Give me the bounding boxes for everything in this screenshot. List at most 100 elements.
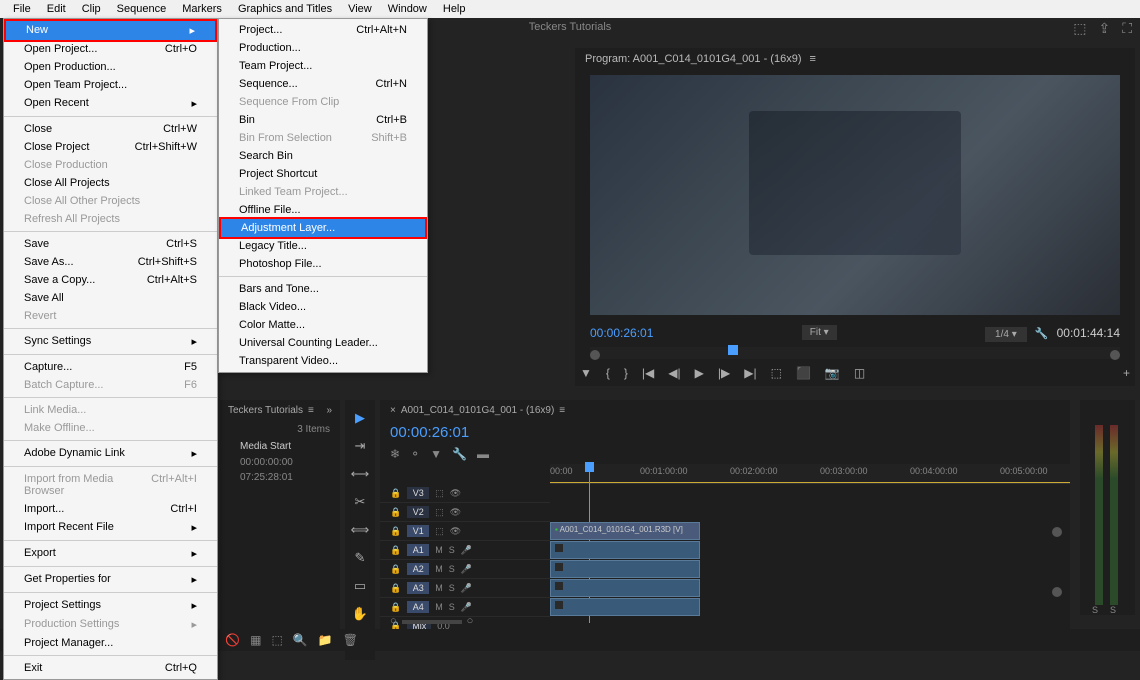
- file-exit[interactable]: ExitCtrl+Q: [4, 659, 217, 677]
- file-adobe-dynamic-link[interactable]: Adobe Dynamic Link: [4, 444, 217, 463]
- ripple-edit-tool-icon[interactable]: ⟷: [350, 464, 370, 484]
- menu-edit[interactable]: Edit: [39, 1, 74, 17]
- file-close-project[interactable]: Close ProjectCtrl+Shift+W: [4, 138, 217, 156]
- timeline-tc[interactable]: 00:00:26:01: [380, 421, 479, 444]
- expand-icon[interactable]: »: [326, 405, 332, 416]
- razor-tool-icon[interactable]: ✂: [350, 492, 370, 512]
- zoom-out-icon[interactable]: ○: [390, 615, 397, 627]
- track-a1[interactable]: 🔒A1MS🎤: [380, 541, 550, 560]
- menu-window[interactable]: Window: [380, 1, 435, 17]
- file-new[interactable]: New: [4, 19, 217, 42]
- linked-selection-icon[interactable]: ⚬: [410, 447, 420, 461]
- track-a2[interactable]: 🔒A2MS🎤: [380, 560, 550, 579]
- wrench-icon[interactable]: 🔧: [1035, 328, 1049, 340]
- export-frame-icon[interactable]: 📷: [825, 366, 840, 380]
- file-save-copy[interactable]: Save a Copy...Ctrl+Alt+S: [4, 271, 217, 289]
- new-production[interactable]: Production...: [219, 39, 427, 57]
- play-icon[interactable]: ▶: [695, 366, 704, 380]
- export-frame-icon[interactable]: ⬚: [1073, 20, 1086, 37]
- menu-view[interactable]: View: [340, 1, 380, 17]
- extract-icon[interactable]: ⬛: [796, 366, 811, 380]
- selection-tool-icon[interactable]: ▶: [350, 408, 370, 428]
- new-universal-counting[interactable]: Universal Counting Leader...: [219, 334, 427, 352]
- media-row[interactable]: 00:00:00:00: [220, 455, 340, 470]
- zoom-slider[interactable]: [402, 620, 462, 624]
- file-open-recent[interactable]: Open Recent: [4, 94, 217, 113]
- file-project-manager[interactable]: Project Manager...: [4, 634, 217, 652]
- track-content[interactable]: ▪ A001_C014_0101G4_001.R3D [V]: [550, 484, 1070, 636]
- add-button-icon[interactable]: +: [1123, 366, 1130, 380]
- share-icon[interactable]: ⇪: [1098, 20, 1110, 37]
- track-v1[interactable]: 🔒V1⬚👁: [380, 522, 550, 541]
- media-start-header[interactable]: Media Start: [220, 438, 340, 455]
- pen-tool-icon[interactable]: ✎: [350, 548, 370, 568]
- program-playhead[interactable]: [728, 345, 738, 355]
- program-current-tc[interactable]: 00:00:26:01: [590, 326, 653, 340]
- media-row[interactable]: 07:25:28:01: [220, 470, 340, 485]
- audio-clip[interactable]: [550, 541, 700, 559]
- timeline-menu-icon[interactable]: ≡: [559, 405, 565, 416]
- program-menu-icon[interactable]: ≡: [809, 53, 815, 65]
- track-v3[interactable]: 🔒V3⬚👁: [380, 484, 550, 503]
- menu-file[interactable]: File: [5, 1, 39, 17]
- video-clip[interactable]: ▪ A001_C014_0101G4_001.R3D [V]: [550, 522, 700, 540]
- new-adjustment-layer[interactable]: Adjustment Layer...: [219, 217, 427, 239]
- file-export[interactable]: Export: [4, 544, 217, 563]
- file-close-all-projects[interactable]: Close All Projects: [4, 174, 217, 192]
- program-video[interactable]: [590, 75, 1120, 315]
- timeline-settings-icon[interactable]: 🔧: [452, 447, 467, 461]
- file-close[interactable]: CloseCtrl+W: [4, 120, 217, 138]
- menu-markers[interactable]: Markers: [174, 1, 230, 17]
- step-forward-icon[interactable]: |▶: [718, 366, 730, 380]
- file-open-production[interactable]: Open Production...: [4, 58, 217, 76]
- program-fit-dropdown[interactable]: Fit ▾: [802, 325, 837, 340]
- new-bin-icon[interactable]: 🚫: [225, 633, 240, 647]
- lift-icon[interactable]: ⬚: [771, 366, 782, 380]
- add-marker-icon[interactable]: ▼: [430, 447, 442, 461]
- new-black-video[interactable]: Black Video...: [219, 298, 427, 316]
- in-point-icon[interactable]: {: [606, 366, 610, 380]
- timeline-ruler[interactable]: 00:00 00:01:00:00 00:02:00:00 00:03:00:0…: [550, 464, 1070, 484]
- clear-icon[interactable]: ⬚: [272, 633, 283, 647]
- go-to-out-icon[interactable]: ▶|: [744, 366, 756, 380]
- audio-clip[interactable]: [550, 560, 700, 578]
- new-photoshop-file[interactable]: Photoshop File...: [219, 255, 427, 273]
- solo-left[interactable]: S: [1092, 605, 1098, 615]
- new-bars-tone[interactable]: Bars and Tone...: [219, 280, 427, 298]
- menu-clip[interactable]: Clip: [74, 1, 109, 17]
- file-capture[interactable]: Capture...F5: [4, 358, 217, 376]
- audio-clip[interactable]: [550, 598, 700, 616]
- hand-tool-icon[interactable]: ✋: [350, 604, 370, 624]
- comparison-icon[interactable]: ◫: [854, 366, 865, 380]
- sequence-name[interactable]: A001_C014_0101G4_001 - (16x9): [401, 405, 554, 416]
- close-sequence-icon[interactable]: ×: [390, 405, 396, 416]
- new-color-matte[interactable]: Color Matte...: [219, 316, 427, 334]
- new-search-bin[interactable]: Search Bin: [219, 147, 427, 165]
- new-project-shortcut[interactable]: Project Shortcut: [219, 165, 427, 183]
- marker-icon[interactable]: ▼: [580, 366, 592, 380]
- project-panel-title[interactable]: Teckers Tutorials: [228, 405, 303, 416]
- slip-tool-icon[interactable]: ⟺: [350, 520, 370, 540]
- zoom-in-icon[interactable]: ○: [467, 615, 474, 627]
- rectangle-tool-icon[interactable]: ▭: [350, 576, 370, 596]
- fullscreen-icon[interactable]: ⛶: [1122, 20, 1132, 37]
- solo-right[interactable]: S: [1110, 605, 1116, 615]
- new-item-icon[interactable]: ▦: [250, 633, 261, 647]
- file-save-as[interactable]: Save As...Ctrl+Shift+S: [4, 253, 217, 271]
- find-icon[interactable]: 🔍: [293, 633, 308, 647]
- new-legacy-title[interactable]: Legacy Title...: [219, 237, 427, 255]
- new-team-project[interactable]: Team Project...: [219, 57, 427, 75]
- step-back-icon[interactable]: ◀|: [668, 366, 680, 380]
- track-a3[interactable]: 🔒A3MS🎤: [380, 579, 550, 598]
- file-import[interactable]: Import...Ctrl+I: [4, 500, 217, 518]
- delete-icon[interactable]: 🗑: [343, 633, 358, 647]
- new-sequence[interactable]: Sequence...Ctrl+N: [219, 75, 427, 93]
- file-save-all[interactable]: Save All: [4, 289, 217, 307]
- file-sync-settings[interactable]: Sync Settings: [4, 332, 217, 351]
- out-point-icon[interactable]: }: [624, 366, 628, 380]
- file-save[interactable]: SaveCtrl+S: [4, 235, 217, 253]
- menu-sequence[interactable]: Sequence: [109, 1, 175, 17]
- new-bin-footer-icon[interactable]: 📁: [318, 633, 333, 647]
- program-scrubber[interactable]: [590, 347, 1120, 359]
- new-project[interactable]: Project...Ctrl+Alt+N: [219, 21, 427, 39]
